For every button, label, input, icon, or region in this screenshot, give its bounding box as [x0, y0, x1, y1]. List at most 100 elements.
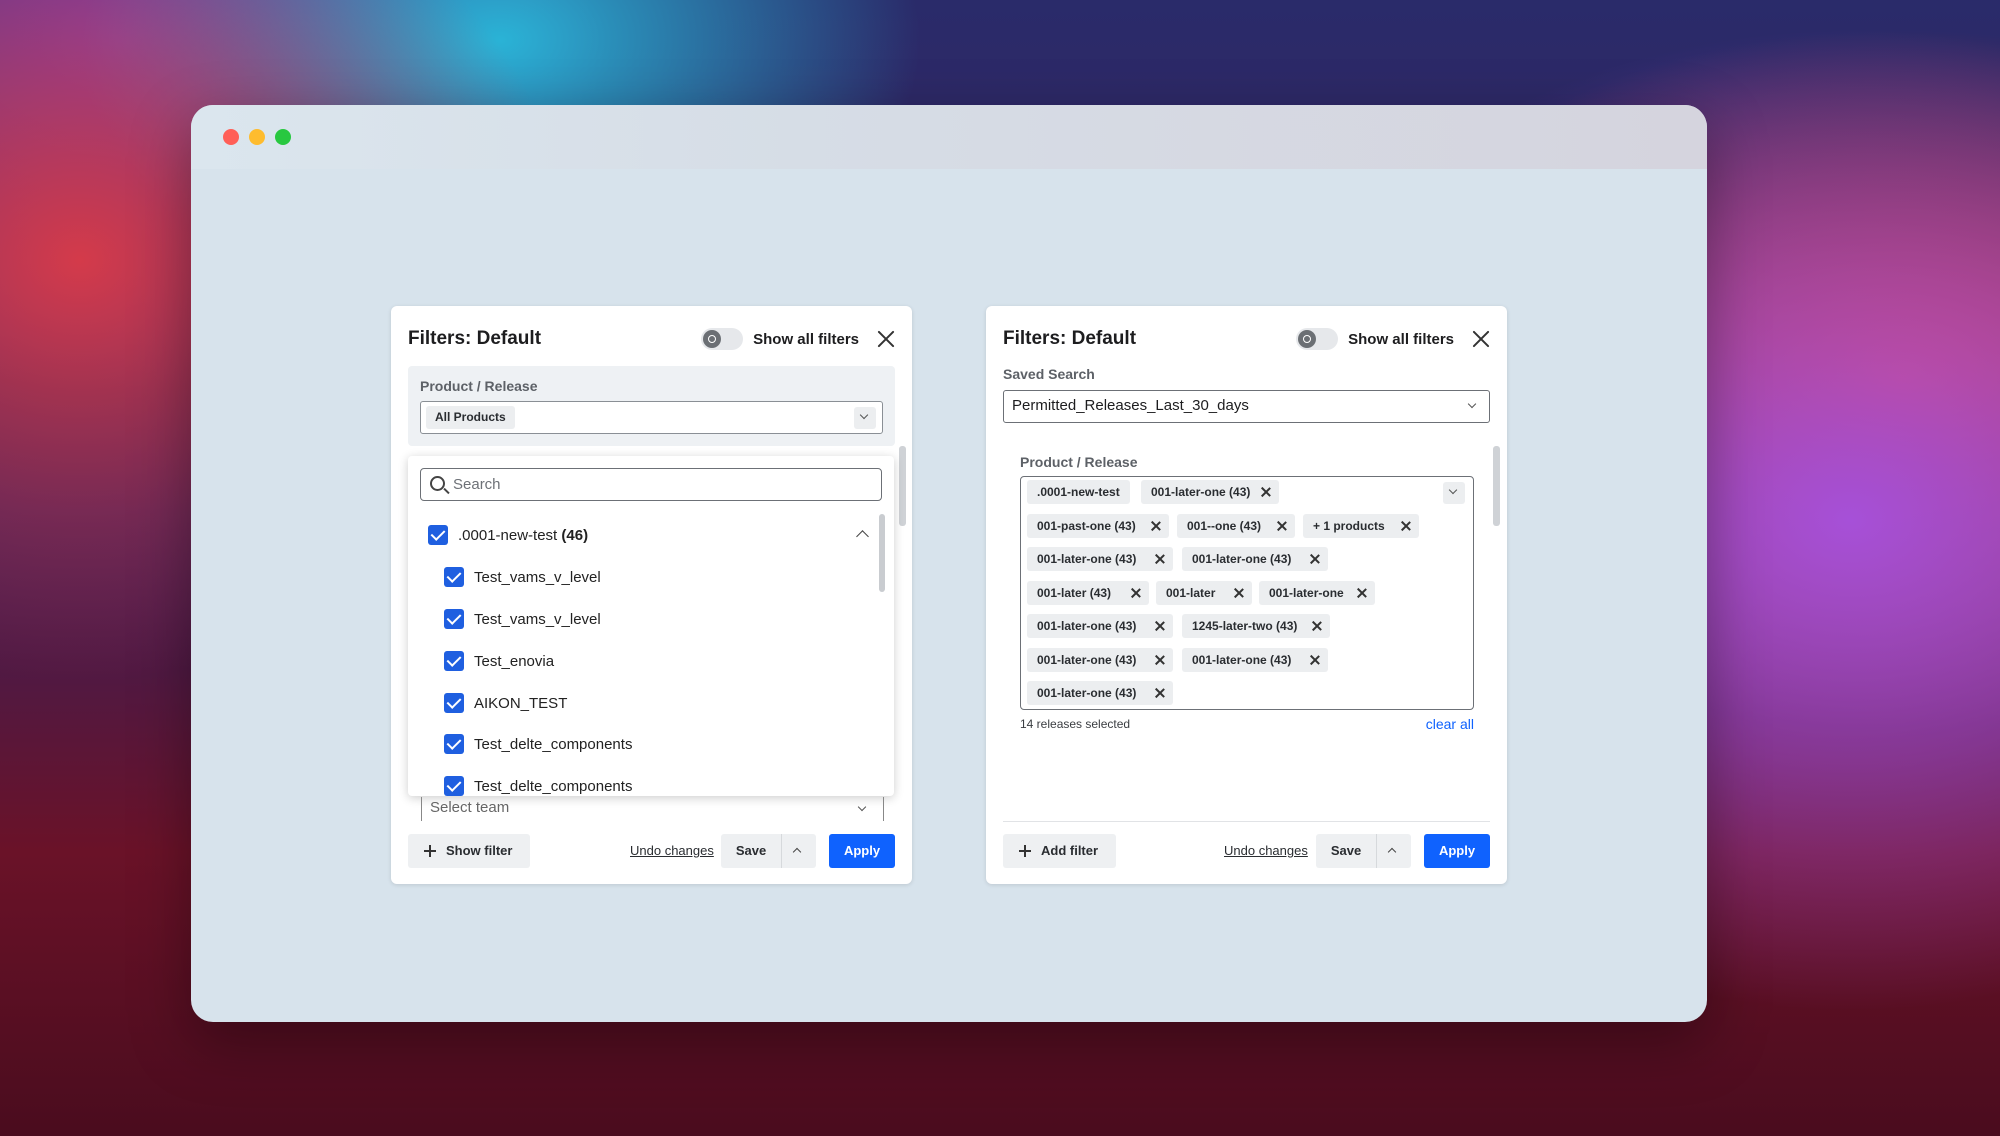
chevron-down-icon — [1467, 399, 1477, 409]
close-icon[interactable] — [877, 330, 895, 348]
show-all-filters-toggle[interactable] — [701, 328, 744, 350]
tag-label: 001-later-one (43) — [1037, 653, 1137, 667]
group-checkbox[interactable] — [428, 525, 448, 545]
item-checkbox[interactable] — [444, 567, 464, 587]
remove-tag-icon[interactable] — [1151, 521, 1161, 531]
item-checkbox[interactable] — [444, 693, 464, 713]
save-button[interactable]: Save — [721, 834, 781, 868]
remove-tag-icon[interactable] — [1155, 554, 1165, 564]
chevron-down-icon[interactable] — [854, 407, 876, 429]
saved-search-select[interactable]: Permitted_Releases_Last_30_days — [1003, 390, 1490, 423]
tag-label: 001-later-one (43) — [1151, 485, 1251, 499]
save-button[interactable]: Save — [1316, 834, 1376, 868]
remove-tag-icon[interactable] — [1155, 688, 1165, 698]
group-row[interactable]: .0001-new-test (46) — [428, 520, 869, 550]
item-checkbox[interactable] — [444, 734, 464, 754]
apply-button[interactable]: Apply — [1424, 834, 1490, 868]
show-all-filters-label: Show all filters — [1348, 330, 1454, 348]
search-input[interactable] — [453, 476, 881, 493]
plus-icon — [424, 845, 436, 857]
tag-label: + 1 products — [1313, 519, 1385, 533]
product-release-tags-field[interactable]: .0001-new-test 001-later-one (43) 001-pa… — [1020, 476, 1474, 710]
tag-chip: 001-later — [1156, 581, 1252, 605]
tag-chip: 001-later-one (43) — [1027, 648, 1173, 672]
panel-scrollbar[interactable] — [1493, 446, 1500, 526]
tag-label: 001-later-one (43) — [1192, 552, 1292, 566]
app-window: Filters: Default Show all filters Produc… — [191, 105, 1707, 1022]
tag-label: 001--one (43) — [1187, 519, 1262, 533]
chevron-up-icon[interactable] — [792, 847, 802, 857]
dropdown-scrollbar[interactable] — [879, 514, 885, 592]
panel-title: Filters: Default — [408, 328, 542, 349]
close-window-button[interactable] — [223, 129, 239, 145]
tag-label: 001-later-one — [1269, 586, 1344, 600]
tag-label: 001-later-one (43) — [1192, 653, 1292, 667]
tag-chip: 001--one (43) — [1177, 514, 1295, 538]
show-filter-label: Show filter — [446, 843, 513, 858]
tag-label: 001-later — [1166, 586, 1216, 600]
chevron-down-icon — [857, 802, 867, 812]
tag-chip: 001-later-one (43) — [1027, 681, 1173, 705]
product-release-label: Product / Release — [420, 378, 538, 394]
tag-chip: 001-later (43) — [1027, 581, 1149, 605]
remove-tag-icon[interactable] — [1155, 655, 1165, 665]
footer-divider — [1003, 821, 1490, 822]
tag-chip: 1245-later-two (43) — [1182, 614, 1330, 638]
remove-tag-icon[interactable] — [1310, 554, 1320, 564]
chevron-up-icon[interactable] — [1387, 847, 1397, 857]
panel-scrollbar[interactable] — [899, 446, 906, 526]
minimize-window-button[interactable] — [249, 129, 265, 145]
product-release-field: Product / Release All Products — [408, 366, 895, 446]
add-filter-button[interactable]: Add filter — [1003, 834, 1117, 868]
selected-chip: All Products — [426, 406, 515, 429]
apply-button[interactable]: Apply — [829, 834, 895, 868]
product-release-select[interactable]: All Products — [420, 401, 883, 434]
item-checkbox[interactable] — [444, 609, 464, 629]
remove-tag-icon[interactable] — [1131, 588, 1141, 598]
panel-title: Filters: Default — [1003, 328, 1137, 349]
search-field[interactable] — [420, 468, 882, 501]
remove-tag-icon[interactable] — [1277, 521, 1287, 531]
panel-footer: Add filter Undo changes Save Apply — [1003, 834, 1490, 868]
show-all-filters-toggle[interactable] — [1296, 328, 1339, 350]
remove-tag-icon[interactable] — [1261, 487, 1271, 497]
group-label: .0001-new-test (46) — [458, 526, 589, 544]
item-label: Test_enovia — [474, 652, 555, 670]
chevron-down-icon[interactable] — [1443, 482, 1465, 504]
tag-chip: 001-past-one (43) — [1027, 514, 1169, 538]
item-label: Test_delte_components — [474, 777, 633, 795]
undo-changes-link[interactable]: Undo changes — [1224, 843, 1308, 858]
clear-all-link[interactable]: clear all — [1426, 716, 1474, 732]
maximize-window-button[interactable] — [275, 129, 291, 145]
close-icon[interactable] — [1472, 330, 1490, 348]
tag-chip: 001-later-one (43) — [1141, 480, 1279, 504]
select-team-field[interactable]: Select team — [421, 797, 884, 821]
undo-changes-link[interactable]: Undo changes — [630, 843, 714, 858]
saved-search-value: Permitted_Releases_Last_30_days — [1012, 397, 1249, 414]
tag-chip: 001-later-one (43) — [1182, 648, 1328, 672]
chevron-up-icon[interactable] — [856, 530, 869, 543]
remove-tag-icon[interactable] — [1357, 588, 1367, 598]
remove-tag-icon[interactable] — [1401, 521, 1411, 531]
remove-tag-icon[interactable] — [1312, 621, 1322, 631]
tag-label: 001-past-one (43) — [1037, 519, 1136, 533]
remove-tag-icon[interactable] — [1234, 588, 1244, 598]
tag-chip: 001-later-one (43) — [1182, 547, 1328, 571]
panel-header: Filters: Default Show all filters — [1003, 324, 1490, 354]
tag-label: 001-later (43) — [1037, 586, 1112, 600]
tag-chip: 001-later-one — [1259, 581, 1375, 605]
item-checkbox[interactable] — [444, 776, 464, 796]
item-label: Test_vams_v_level — [474, 610, 601, 628]
tag-label: .0001-new-test — [1037, 485, 1120, 499]
plus-icon — [1019, 845, 1031, 857]
remove-tag-icon[interactable] — [1155, 621, 1165, 631]
item-checkbox[interactable] — [444, 651, 464, 671]
divider — [1376, 834, 1377, 868]
remove-tag-icon[interactable] — [1310, 655, 1320, 665]
tag-chip: 001-later-one (43) — [1027, 614, 1173, 638]
toggle-knob — [703, 330, 722, 348]
window-titlebar — [191, 105, 1707, 169]
filters-panel-left: Filters: Default Show all filters Produc… — [391, 306, 912, 884]
show-filter-button[interactable]: Show filter — [408, 834, 531, 868]
search-icon — [430, 476, 445, 491]
